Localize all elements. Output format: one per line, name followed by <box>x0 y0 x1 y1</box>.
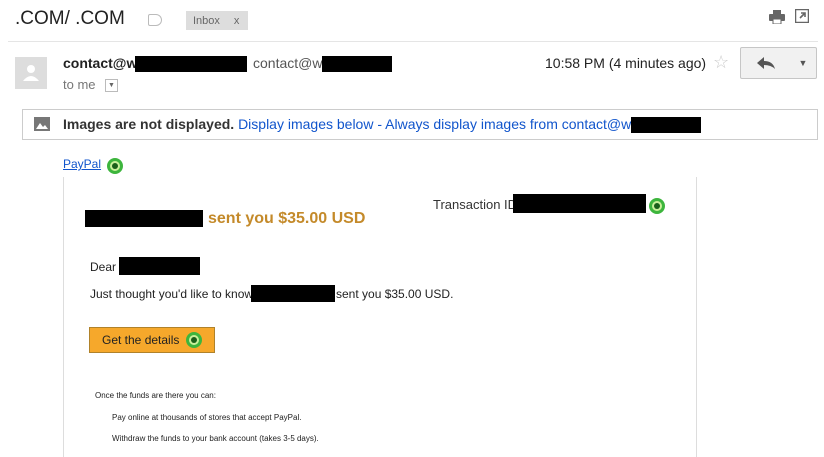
more-dropdown-icon[interactable]: ▼ <box>790 47 817 79</box>
paypal-ring-icon <box>186 332 202 348</box>
email-subject: .COM/ .COM <box>15 8 125 29</box>
always-display-images-link[interactable]: Always display images from contact@w .co… <box>385 116 665 132</box>
funds-option-item: Pay online at thousands of stores that a… <box>112 413 302 422</box>
payment-headline: sent you $35.00 USD <box>208 210 366 227</box>
inbox-label-text: Inbox <box>193 14 220 27</box>
image-icon <box>34 117 50 131</box>
images-hidden-notice: Images are not displayed. <box>63 116 235 132</box>
redaction-sender-name <box>135 56 247 72</box>
get-details-label: Get the details <box>102 333 180 347</box>
redaction-payer-inline <box>251 285 335 302</box>
inbox-label-chip[interactable]: Inbox x <box>186 11 248 30</box>
new-window-icon[interactable] <box>795 9 809 23</box>
paypal-ring-icon <box>107 158 123 174</box>
message-text-prefix: Just thought you'd like to know <box>90 287 254 301</box>
paypal-ring-icon <box>649 198 665 214</box>
redaction-sender-email <box>322 56 392 72</box>
message-timestamp: 10:58 PM (4 minutes ago) <box>545 55 707 71</box>
header-divider <box>8 41 818 42</box>
recipient-label: to me <box>63 77 96 92</box>
redaction-recipient-name <box>119 257 200 275</box>
funds-option-item: Withdraw the funds to your bank account … <box>112 434 319 443</box>
reply-button[interactable] <box>740 47 792 79</box>
banner-text: Images are not displayed. Display images… <box>63 116 665 132</box>
recipient-details-dropdown[interactable]: ▼ <box>105 79 118 92</box>
greeting: Dear <box>90 260 117 274</box>
redaction-banner-email <box>631 117 701 133</box>
funds-intro-text: Once the funds are there you can: <box>95 391 216 400</box>
paypal-brand-link[interactable]: PayPal <box>63 157 101 171</box>
reply-icon <box>757 57 775 69</box>
redaction-payer-name <box>85 210 203 227</box>
images-hidden-banner: Images are not displayed. Display images… <box>22 109 818 140</box>
remove-label-button[interactable]: x <box>234 15 240 27</box>
star-icon[interactable]: ☆ <box>713 52 729 73</box>
redaction-transaction-id <box>513 194 646 213</box>
get-details-button[interactable]: Get the details <box>89 327 215 353</box>
avatar-icon <box>23 65 39 81</box>
avatar <box>15 57 47 89</box>
label-icon[interactable] <box>148 14 162 26</box>
banner-separator: - <box>377 116 383 132</box>
print-icon[interactable] <box>769 10 785 24</box>
display-images-link[interactable]: Display images below <box>238 116 373 132</box>
transaction-id-label: Transaction ID <box>433 197 518 212</box>
message-text-suffix: sent you $35.00 USD. <box>336 287 454 301</box>
